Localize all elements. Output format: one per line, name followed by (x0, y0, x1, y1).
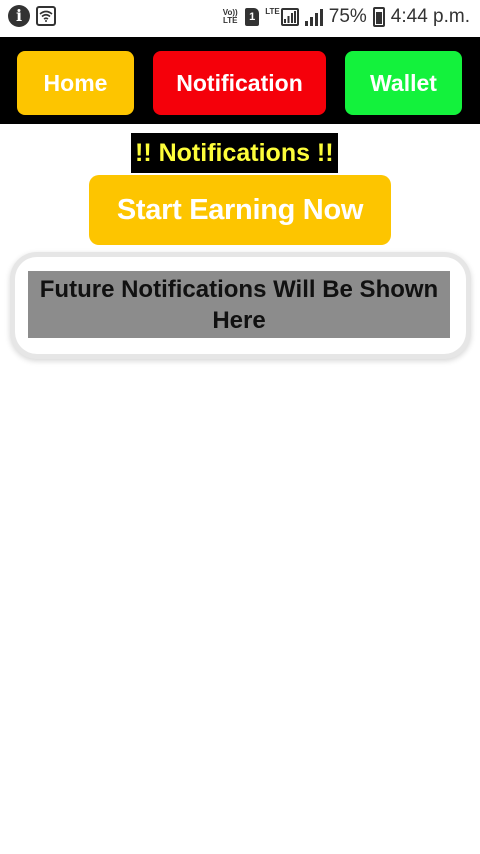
sim-icon: 1 (245, 8, 260, 26)
battery-icon (372, 7, 385, 27)
lte-signal-icon: LTE (265, 8, 299, 26)
volte-icon: Vo)) LTE (222, 8, 238, 25)
signal-icon (304, 8, 323, 26)
home-button[interactable]: Home (17, 51, 134, 115)
info-icon: i (8, 5, 30, 27)
top-nav-bar: Home Notification Wallet (0, 34, 480, 124)
status-left-icons: i (8, 5, 56, 27)
status-right-icons: Vo)) LTE 1 LTE 75% 4:44 p.m. (221, 3, 470, 31)
status-bar: i Vo)) LTE 1 LTE 75% 4:44 p.m. (0, 0, 480, 34)
notification-card: Future Notifications Will Be Shown Here (15, 257, 466, 354)
battery-percent: 75% (328, 6, 367, 27)
page-title: !! Notifications !! (131, 133, 338, 173)
start-earning-button[interactable]: Start Earning Now (89, 175, 391, 245)
clock-time: 4:44 p.m. (390, 6, 470, 27)
lte-signal-box (280, 8, 299, 26)
notification-button[interactable]: Notification (153, 51, 326, 115)
wallet-button[interactable]: Wallet (345, 51, 462, 115)
notification-message: Future Notifications Will Be Shown Here (28, 271, 450, 338)
wifi-icon (36, 6, 56, 26)
lte-label: LTE (265, 7, 280, 16)
